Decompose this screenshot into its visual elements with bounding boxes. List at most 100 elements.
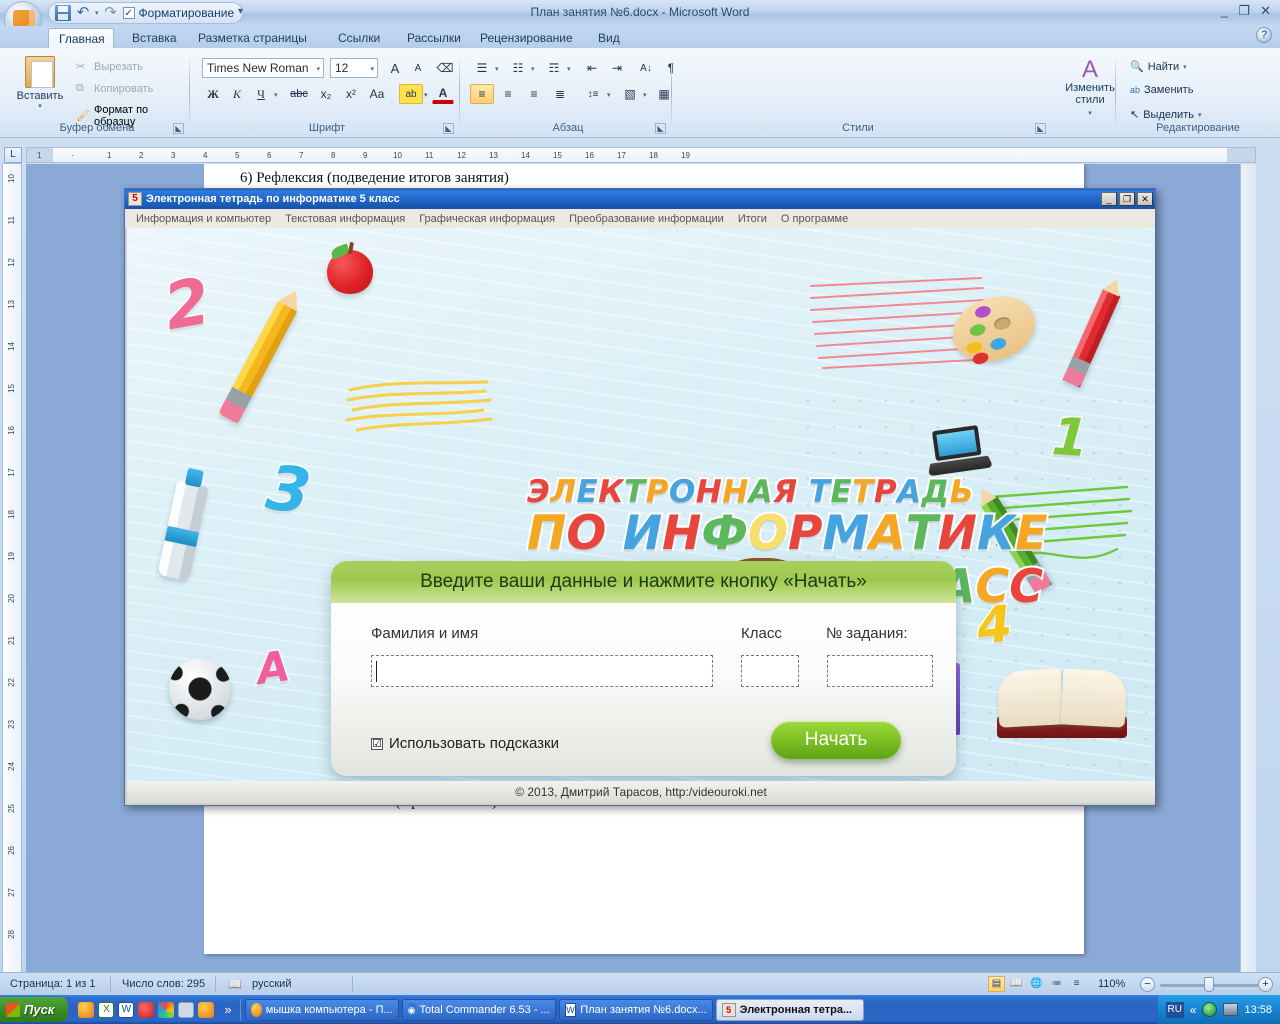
sort-icon[interactable]: A↓ (634, 58, 658, 78)
redo-icon[interactable]: ↷ (103, 5, 119, 21)
taskbar-button-opera[interactable]: мышка компьютера - П... (244, 998, 399, 1021)
line-spacing-dropdown-icon[interactable]: ▾ (607, 91, 611, 99)
menu-item-results[interactable]: Итоги (731, 211, 774, 227)
chevron-down-icon[interactable]: ▾ (1183, 63, 1187, 71)
taskbar-button-total-commander[interactable]: ◉ Total Commander 6.53 - ... (401, 998, 556, 1021)
chevron-down-icon[interactable]: ▾ (316, 65, 320, 73)
font-dialog-launcher[interactable]: ◣ (443, 123, 454, 134)
zoom-slider-handle[interactable] (1204, 977, 1214, 992)
chevron-down-icon[interactable]: ▾ (1088, 110, 1092, 117)
tab-home[interactable]: Главная (48, 28, 114, 48)
status-language[interactable]: русский (252, 978, 291, 990)
document-vertical-scrollbar[interactable] (1240, 164, 1256, 972)
paste-dropdown-icon[interactable]: ▾ (14, 102, 66, 110)
view-outline-icon[interactable]: ≔ (1048, 976, 1065, 992)
paragraph-dialog-launcher[interactable]: ◣ (655, 123, 666, 134)
start-button[interactable]: Начать (771, 721, 901, 759)
firefox-icon[interactable] (78, 1001, 95, 1018)
language-indicator[interactable]: RU (1165, 1001, 1184, 1018)
taskbar-button-notebook[interactable]: 5 Электронная тетра... (715, 998, 864, 1021)
word-restore-button[interactable]: ❐ (1238, 3, 1250, 19)
find-button[interactable]: 🔍 Найти ▾ (1130, 60, 1187, 74)
app-minimize-button[interactable]: _ (1101, 192, 1117, 206)
use-hints-checkbox[interactable]: ☑ (371, 737, 383, 750)
shrink-font-button[interactable]: A (407, 58, 429, 78)
word-close-button[interactable]: ✕ (1260, 3, 1271, 19)
excel-icon[interactable]: X (98, 1001, 115, 1018)
grow-font-button[interactable]: A (384, 58, 406, 78)
menu-item-information-and-computer[interactable]: Информация и компьютер (129, 211, 278, 227)
spellcheck-icon[interactable]: 📖 (228, 978, 242, 991)
select-button[interactable]: ↖ Выделить ▾ (1130, 108, 1202, 122)
font-color-icon[interactable]: A (432, 84, 454, 104)
zoom-in-button[interactable]: + (1258, 977, 1273, 992)
underline-button[interactable]: Ч (250, 84, 272, 104)
change-case-button[interactable]: Aa (364, 84, 390, 104)
save-icon[interactable] (55, 5, 71, 21)
numbering-dropdown-icon[interactable]: ▾ (531, 65, 535, 73)
tab-stop-selector[interactable]: L (4, 147, 22, 163)
status-page[interactable]: Страница: 1 из 1 (10, 978, 96, 990)
firefox-icon-2[interactable] (198, 1001, 215, 1018)
font-name-combobox[interactable]: Times New Roman ▾ (202, 58, 324, 78)
subscript-button[interactable]: x₂ (314, 84, 338, 104)
view-full-screen-reading-icon[interactable]: 📖 (1008, 976, 1025, 992)
multilevel-list-icon[interactable]: ☶ (542, 58, 566, 78)
menu-item-information-conversion[interactable]: Преобразование информации (562, 211, 731, 227)
menu-item-text-information[interactable]: Текстовая информация (278, 211, 412, 227)
borders-icon[interactable]: ▦ (652, 84, 676, 104)
menu-item-about[interactable]: О программе (774, 211, 855, 227)
shading-icon[interactable]: ▧ (618, 84, 642, 104)
copy-button[interactable]: ⧉ Копировать (76, 82, 153, 96)
class-input[interactable] (741, 655, 799, 687)
app-title-bar[interactable]: 5 Электронная тетрадь по информатике 5 к… (125, 189, 1155, 209)
tray-expand-icon[interactable]: « (1190, 1003, 1197, 1017)
shield-icon[interactable] (1202, 1002, 1218, 1017)
bold-button[interactable]: Ж (202, 84, 224, 104)
word-icon[interactable]: W (118, 1001, 135, 1018)
justify-icon[interactable]: ≣ (548, 84, 572, 104)
start-button-taskbar[interactable]: Пуск (0, 997, 69, 1022)
app-close-button[interactable]: ✕ (1137, 192, 1153, 206)
acrobat-icon[interactable] (178, 1001, 195, 1018)
clipboard-dialog-launcher[interactable]: ◣ (173, 123, 184, 134)
use-hints-checkbox-row[interactable]: ☑ Использовать подсказки (371, 735, 559, 752)
italic-button[interactable]: К (226, 84, 248, 104)
replace-button[interactable]: ab Заменить (1130, 84, 1193, 96)
vertical-ruler[interactable]: 10 11 12 13 14 15 16 17 18 19 20 21 22 23 24 25 26 2… (2, 163, 22, 973)
chevron-down-icon[interactable]: ▾ (370, 65, 374, 73)
undo-icon[interactable]: ↶ (75, 5, 91, 21)
text-highlight-icon[interactable]: ab (399, 84, 423, 104)
view-print-layout-icon[interactable]: ▤ (988, 976, 1005, 992)
align-left-icon[interactable]: ≡ (470, 84, 494, 104)
line-spacing-icon[interactable]: ↕≡ (580, 84, 606, 104)
strikethrough-button[interactable]: abc (286, 84, 312, 104)
opera-icon[interactable] (138, 1001, 155, 1018)
decrease-indent-icon[interactable]: ⇤ (580, 58, 604, 78)
tab-review[interactable]: Рецензирование (470, 28, 583, 48)
bullets-dropdown-icon[interactable]: ▾ (495, 65, 499, 73)
app-maximize-button[interactable]: ❐ (1119, 192, 1135, 206)
tab-insert[interactable]: Вставка (122, 28, 187, 48)
tab-page-layout[interactable]: Разметка страницы (188, 28, 317, 48)
task-number-input[interactable] (827, 655, 933, 687)
view-web-layout-icon[interactable]: 🌐 (1028, 976, 1045, 992)
bullets-icon[interactable]: ☰ (470, 58, 494, 78)
horizontal-ruler[interactable]: 1 · 123 456 789 10 11 12 13 14 15 16 17 18 19 (26, 147, 1256, 163)
paste-button[interactable]: Вставить ▾ (14, 56, 66, 110)
undo-dropdown-icon[interactable]: ▾ (95, 9, 99, 17)
formatting-checkbox[interactable]: ✓ (122, 7, 135, 19)
chevron-down-icon[interactable]: ▾ (1198, 111, 1202, 119)
zoom-level[interactable]: 110% (1098, 978, 1125, 990)
font-size-combobox[interactable]: 12 ▾ (330, 58, 378, 78)
shading-dropdown-icon[interactable]: ▾ (643, 91, 647, 99)
taskbar-button-word[interactable]: W План занятия №6.docx... (558, 998, 713, 1021)
paint-icon[interactable] (158, 1001, 175, 1018)
qat-customize-icon[interactable]: ▾ (238, 6, 243, 17)
network-icon[interactable] (1223, 1003, 1239, 1016)
word-minimize-button[interactable]: _ (1221, 3, 1228, 18)
help-icon[interactable]: ? (1256, 27, 1272, 43)
zoom-out-button[interactable]: − (1140, 977, 1155, 992)
menu-item-graphic-information[interactable]: Графическая информация (412, 211, 562, 227)
status-word-count[interactable]: Число слов: 295 (122, 978, 205, 990)
